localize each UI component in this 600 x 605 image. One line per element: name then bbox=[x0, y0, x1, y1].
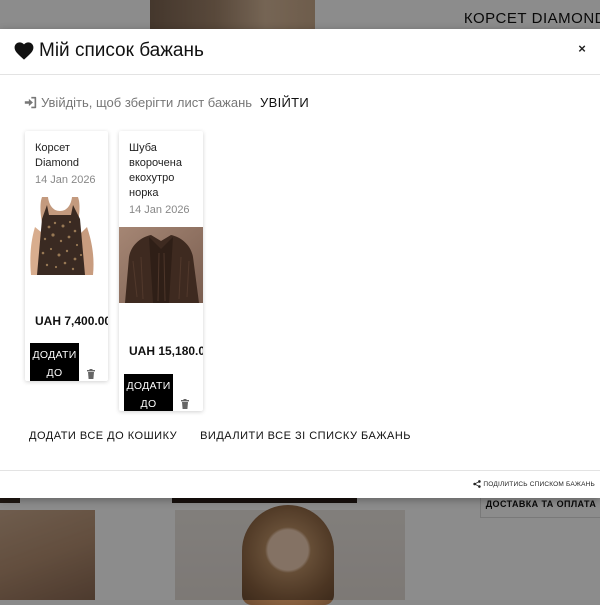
bulk-actions: ДОДАТИ ВСЕ ДО КОШИКУ ВИДАЛИТИ ВСЕ ЗІ СПИ… bbox=[29, 430, 411, 442]
login-prompt-text: Увійдіть, щоб зберігти лист бажань bbox=[41, 95, 253, 110]
share-label: ПОДІЛИТИСЬ СПИСКОМ БАЖАНЬ bbox=[483, 480, 595, 488]
item-date: 14 Jan 2026 bbox=[129, 204, 190, 216]
sign-in-icon bbox=[24, 96, 37, 109]
item-price: UAH 15,180.00 bbox=[129, 344, 203, 358]
modal-header: Мій список бажань × bbox=[0, 29, 600, 75]
heart-icon bbox=[14, 42, 34, 60]
item-date: 14 Jan 2026 bbox=[35, 174, 96, 186]
share-wishlist-button[interactable]: ПОДІЛИТИСЬ СПИСКОМ БАЖАНЬ bbox=[473, 480, 595, 488]
close-icon[interactable]: × bbox=[574, 41, 590, 57]
product-image-coat[interactable] bbox=[119, 227, 203, 303]
modal-title: Мій список бажань bbox=[39, 40, 204, 61]
share-icon bbox=[473, 480, 482, 488]
item-price: UAH 7,400.00 bbox=[35, 314, 108, 328]
item-name: Корсет Diamond bbox=[35, 142, 80, 169]
trash-icon[interactable] bbox=[87, 369, 95, 379]
item-name: Шуба вкорочена екохутро норка bbox=[129, 142, 182, 199]
add-to-cart-button[interactable]: ДОДАТИ ДО КОШИКУ bbox=[30, 343, 79, 381]
remove-all-button[interactable]: ВИДАЛИТИ ВСЕ ЗІ СПИСКУ БАЖАНЬ bbox=[200, 430, 411, 442]
wishlist-item: Корсет Diamond 14 Jan 2026 UAH 7,400.00 … bbox=[25, 131, 108, 381]
login-link[interactable]: УВІЙТИ bbox=[260, 95, 309, 110]
add-all-to-cart-button[interactable]: ДОДАТИ ВСЕ ДО КОШИКУ bbox=[29, 430, 177, 442]
trash-icon[interactable] bbox=[181, 399, 189, 409]
wishlist-item: Шуба вкорочена екохутро норка 14 Jan 202… bbox=[119, 131, 203, 411]
wishlist-modal: Мій список бажань × Увійдіть, щоб зберіг… bbox=[0, 29, 600, 498]
add-to-cart-button[interactable]: ДОДАТИ ДО КОШИКУ bbox=[124, 374, 173, 411]
login-prompt-row: Увійдіть, щоб зберігти лист бажань УВІЙТ… bbox=[24, 95, 309, 110]
product-image-corset[interactable] bbox=[25, 197, 108, 275]
modal-footer: ПОДІЛИТИСЬ СПИСКОМ БАЖАНЬ bbox=[0, 470, 600, 499]
